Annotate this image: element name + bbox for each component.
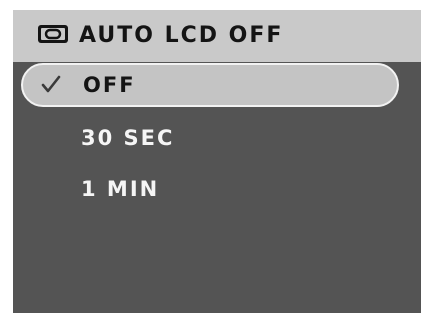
menu-item-off[interactable]: OFF bbox=[21, 63, 399, 107]
lcd-screen-icon bbox=[38, 25, 68, 43]
checkmark-icon bbox=[41, 75, 61, 93]
camera-menu-screen: AUTO LCD OFF OFF 30 SEC 1 MIN bbox=[13, 10, 421, 313]
menu-header: AUTO LCD OFF bbox=[13, 10, 421, 62]
menu-item-label: 1 MIN bbox=[81, 177, 160, 201]
menu-item-label: 30 SEC bbox=[81, 126, 175, 150]
menu-item-1-min[interactable]: 1 MIN bbox=[13, 169, 421, 209]
menu-title: AUTO LCD OFF bbox=[79, 23, 284, 48]
menu-item-label: OFF bbox=[83, 73, 136, 97]
menu-item-30-sec[interactable]: 30 SEC bbox=[13, 118, 421, 158]
